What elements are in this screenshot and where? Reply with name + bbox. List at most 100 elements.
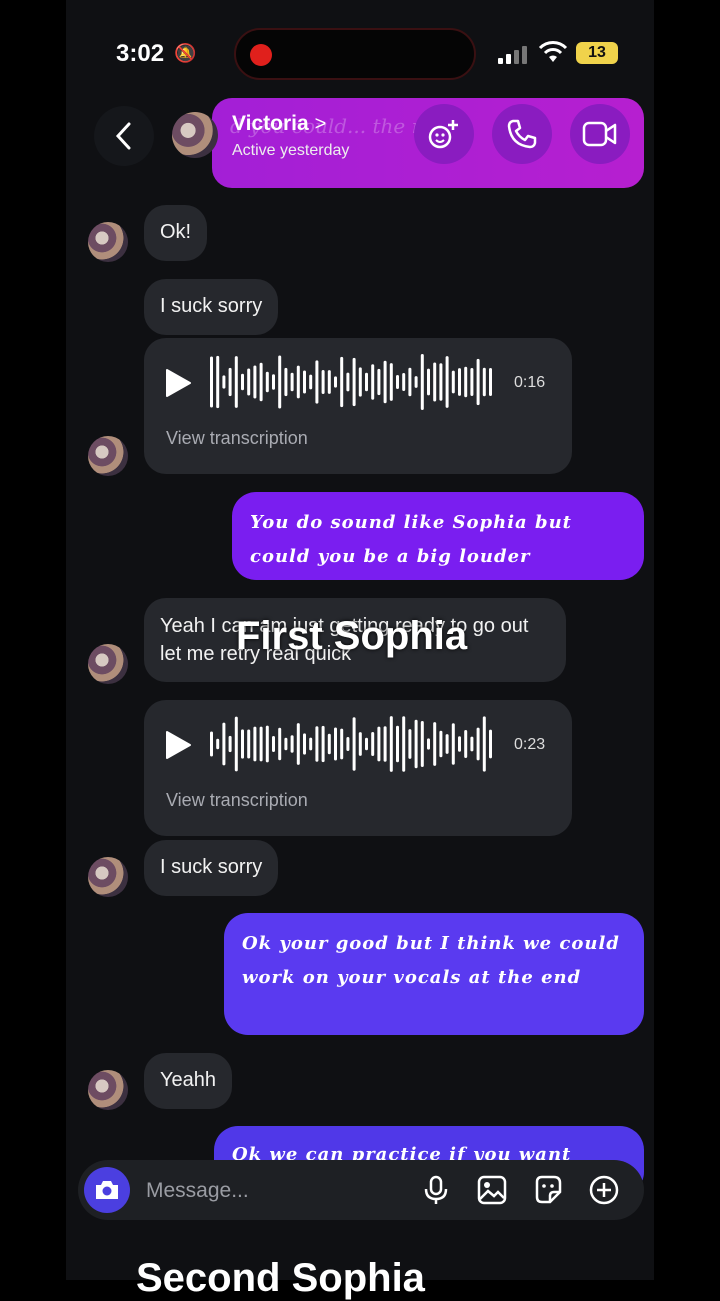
sticker-icon[interactable]: [532, 1174, 564, 1206]
back-arrow-icon: [115, 122, 131, 150]
caption-second: Second Sophia: [136, 1256, 425, 1300]
waveform-bar: [476, 358, 480, 406]
waveform-bar: [464, 366, 468, 398]
gallery-icon[interactable]: [476, 1174, 508, 1206]
battery-indicator: 13: [576, 42, 618, 64]
waveform-bar: [470, 368, 474, 396]
play-icon[interactable]: [164, 730, 192, 760]
waveform-bar: [290, 735, 294, 753]
play-icon[interactable]: [164, 368, 192, 398]
contact-name-text: Victoria: [232, 112, 309, 135]
waveform[interactable]: [208, 714, 498, 774]
view-transcription-link[interactable]: View transcription: [166, 428, 308, 449]
waveform-bar: [476, 727, 480, 761]
microphone-icon[interactable]: [420, 1174, 452, 1206]
message-bubble[interactable]: I suck sorry: [144, 279, 279, 335]
waveform-bar: [309, 374, 313, 390]
avatar[interactable]: [88, 436, 128, 476]
waveform-bar: [278, 727, 282, 761]
waveform-bar: [365, 737, 368, 751]
back-button[interactable]: [94, 106, 154, 166]
waveform-bar: [377, 368, 381, 396]
phone-icon: [507, 119, 537, 149]
waveform-bar: [358, 367, 362, 397]
waveform-bar: [334, 727, 337, 761]
waveform-bar: [234, 716, 238, 772]
effects-button[interactable]: [414, 104, 474, 164]
contact-name[interactable]: Victoria >: [232, 112, 326, 136]
camera-icon: [96, 1181, 118, 1199]
waveform-bar: [482, 716, 486, 772]
view-transcription-link[interactable]: View transcription: [166, 790, 308, 811]
waveform-bar: [408, 729, 412, 759]
voice-message[interactable]: 0:23 View transcription: [144, 700, 572, 836]
message-bubble-outgoing[interactable]: Ok your good but I think we could work o…: [224, 913, 644, 1035]
message-text: Ok your good but I think we could work o…: [242, 933, 620, 988]
video-call-button[interactable]: [570, 104, 630, 164]
message-text: I suck sorry: [160, 856, 263, 878]
message-bubble[interactable]: Ok!: [144, 205, 208, 261]
waveform-bar: [371, 732, 375, 756]
signal-icon: [498, 44, 530, 64]
waveform[interactable]: [208, 352, 498, 412]
waveform-bar: [414, 719, 418, 769]
waveform-bar: [315, 360, 319, 404]
active-status: Active yesterday: [232, 142, 350, 159]
waveform-bar: [334, 376, 337, 388]
waveform-bar: [210, 731, 213, 757]
waveform-bar: [253, 365, 257, 399]
effects-icon: [428, 120, 458, 149]
waveform-bar: [445, 734, 449, 754]
voice-duration: 0:16: [514, 374, 546, 391]
waveform-bar: [315, 726, 319, 762]
message-input[interactable]: [144, 1170, 398, 1212]
avatar[interactable]: [88, 1070, 128, 1110]
message-text: Ok!: [160, 221, 192, 243]
waveform-bar: [303, 733, 306, 755]
waveform-bar: [383, 360, 387, 404]
waveform-bar: [371, 364, 375, 400]
message-bubble[interactable]: I suck sorry: [144, 840, 279, 896]
waveform-bar: [451, 723, 455, 765]
waveform-bar: [464, 730, 468, 758]
recording-indicator-icon: [250, 44, 272, 66]
voice-call-button[interactable]: [492, 104, 552, 164]
waveform-bar: [222, 375, 226, 389]
waveform-bar: [439, 363, 443, 401]
waveform-bar: [420, 354, 424, 410]
avatar[interactable]: [88, 222, 128, 262]
waveform-bar: [296, 365, 300, 399]
camera-button[interactable]: [84, 1167, 130, 1213]
plus-icon[interactable]: [588, 1174, 620, 1206]
waveform-bar: [377, 726, 381, 762]
waveform-bar: [383, 726, 387, 762]
waveform-bar: [284, 367, 288, 397]
message-bubble[interactable]: Yeahh: [144, 1053, 232, 1109]
waveform-bar: [420, 720, 424, 768]
waveform-bar: [389, 363, 393, 401]
waveform-bar: [402, 716, 406, 772]
waveform-bar: [309, 737, 313, 751]
waveform-bar: [253, 726, 257, 762]
waveform-bar: [389, 716, 393, 772]
waveform-bar: [241, 729, 244, 759]
waveform-bar: [247, 368, 251, 396]
waveform-bar: [427, 368, 430, 396]
waveform-bar: [427, 738, 430, 750]
avatar[interactable]: [88, 857, 128, 897]
waveform-bar: [346, 737, 350, 751]
message-bubble-outgoing[interactable]: You do sound like Sophia but could you b…: [232, 492, 644, 580]
wifi-icon: [538, 41, 568, 62]
voice-message[interactable]: 0:16 View transcription: [144, 338, 572, 474]
voice-duration: 0:23: [514, 736, 546, 753]
waveform-bar: [414, 376, 418, 388]
waveform-bar: [489, 729, 492, 759]
waveform-bar: [290, 372, 294, 392]
waveform-bar: [278, 355, 282, 409]
waveform-bar: [489, 368, 492, 396]
avatar[interactable]: [172, 112, 218, 158]
waveform-bar: [433, 362, 437, 402]
avatar[interactable]: [88, 644, 128, 684]
waveform-bar: [445, 356, 449, 408]
waveform-bar: [222, 722, 226, 766]
